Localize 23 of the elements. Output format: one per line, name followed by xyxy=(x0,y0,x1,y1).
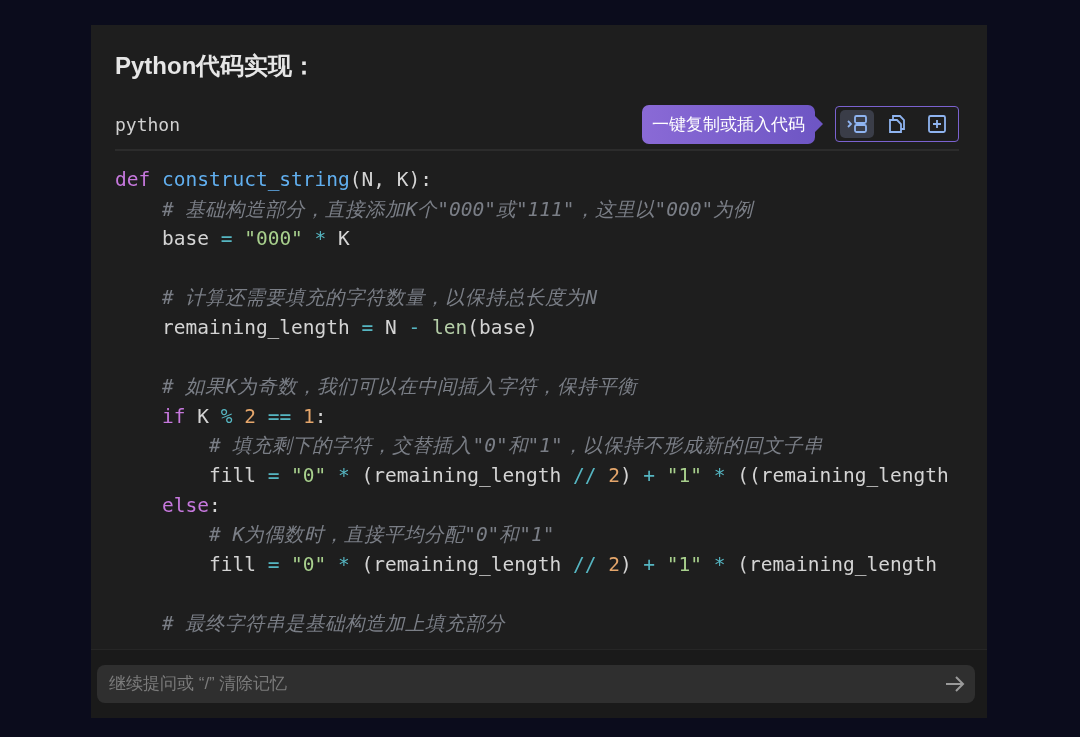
add-icon xyxy=(927,114,947,134)
code-line: fill = "0" * (remaining_length // 2) + "1" * (remaining_length xyxy=(207,551,938,578)
code-comment: # 填充剩下的字符，交替插入"0"和"1"，以保持不形成新的回文子串 xyxy=(207,433,824,460)
code-comment: # K为偶数时，直接平均分配"0"和"1" xyxy=(207,522,556,549)
code-comment: # 最终字符串是基础构造加上填充部分 xyxy=(160,610,507,637)
code-line: if K % 2 == 1: xyxy=(160,403,328,430)
code-comment: # 计算还需要填充的字符数量，以保持总长度为N xyxy=(160,285,599,312)
insert-button[interactable] xyxy=(840,110,874,138)
insert-icon xyxy=(846,114,868,134)
copy-icon xyxy=(888,114,906,134)
send-arrow-icon[interactable] xyxy=(945,676,965,692)
code-line: fill = "0" * (remaining_length // 2) + "1" * ((remaining_length xyxy=(207,462,950,489)
section-heading: Python代码实现： xyxy=(115,51,318,81)
code-comment: # 如果K为奇数，我们可以在中间插入字符，保持平衡 xyxy=(160,374,640,401)
code-line: base = "000" * K xyxy=(160,226,351,253)
code-line: remaining_length = N - len(base) xyxy=(160,314,539,341)
code-line: else: xyxy=(160,492,222,519)
code-line: def construct_string(N, K): xyxy=(115,167,433,193)
tooltip: 一键复制或插入代码 xyxy=(642,104,823,144)
code-comment: # 基础构造部分，直接添加K个"000"或"111"，这里以"000"为例 xyxy=(160,196,756,223)
code-language: python xyxy=(115,113,181,135)
tooltip-pointer xyxy=(815,116,823,132)
input-bar[interactable]: 继续提问或 “/” 清除记忆 xyxy=(97,665,975,703)
